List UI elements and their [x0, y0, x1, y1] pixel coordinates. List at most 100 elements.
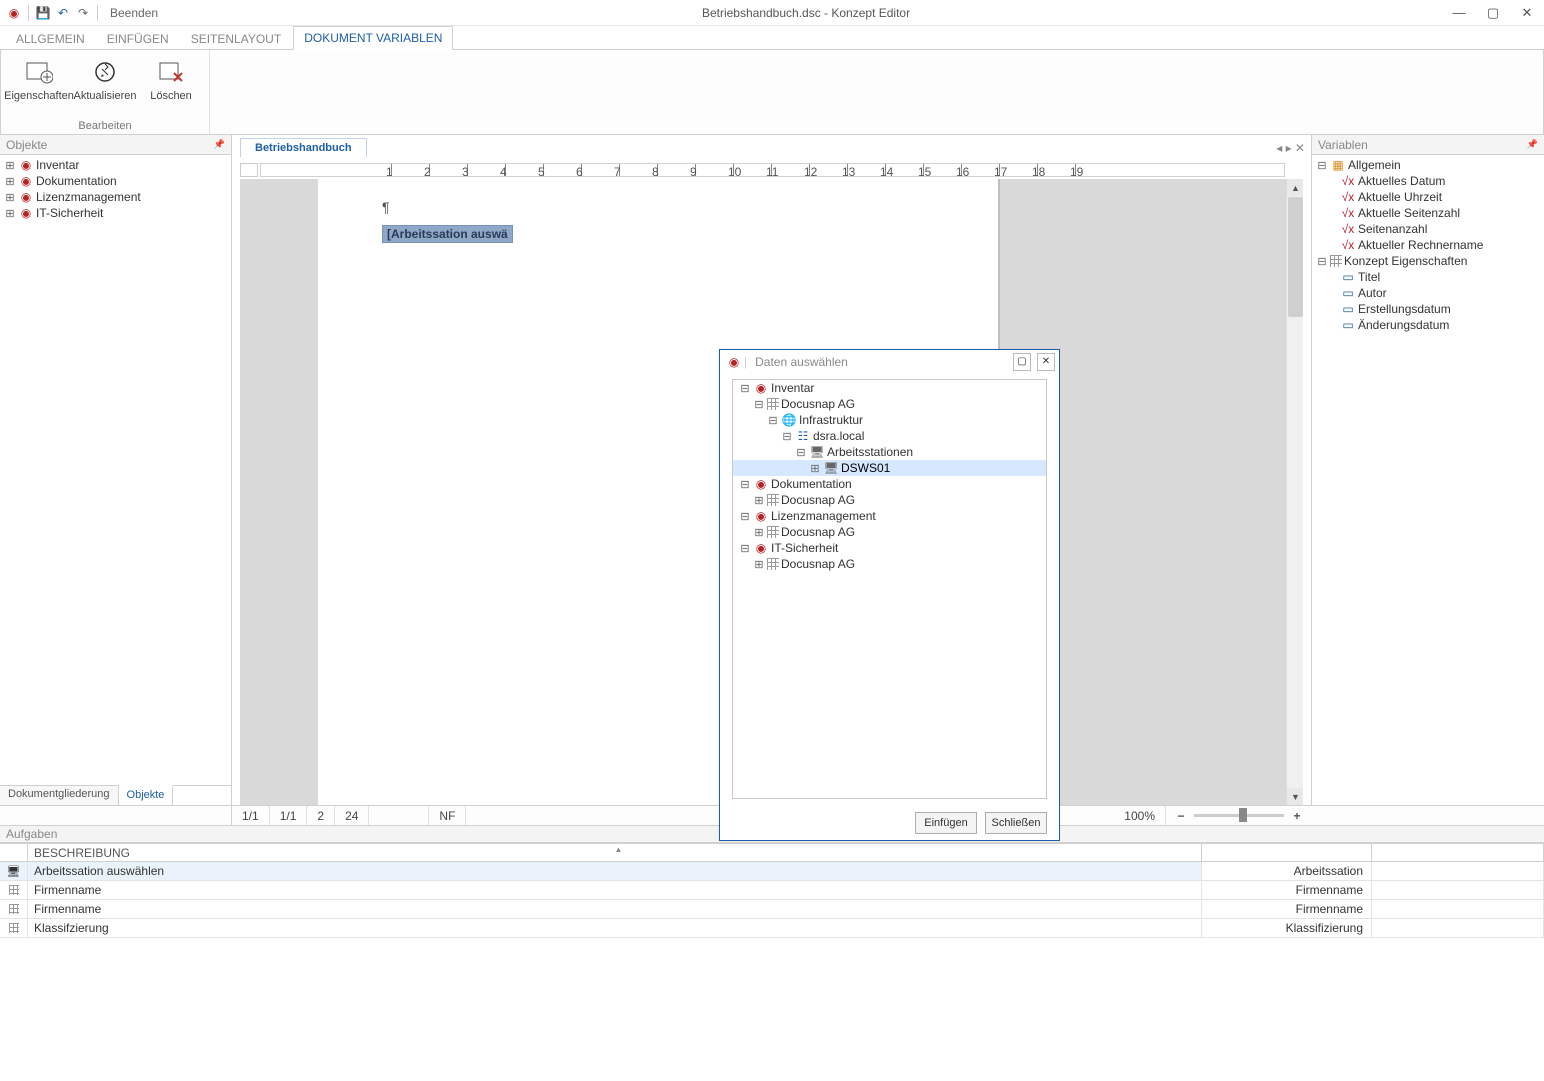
dlg-item-domain[interactable]: ⊟ ☷ dsra.local	[733, 428, 1046, 444]
tab-dokumentgliederung[interactable]: Dokumentgliederung	[0, 786, 119, 805]
tasks-row[interactable]: KlassifzierungKlassifizierung	[0, 919, 1544, 938]
dlg-item-workstations[interactable]: ⊟ 🖥 Arbeitsstationen	[733, 444, 1046, 460]
scroll-up-icon[interactable]: ▲	[1287, 179, 1303, 196]
collapse-icon[interactable]: ⊟	[753, 398, 765, 411]
tab-objekte[interactable]: Objekte	[119, 785, 174, 805]
zoom-out-button[interactable]: −	[1174, 809, 1188, 823]
tasks-row[interactable]: 🖥Arbeitssation auswählenArbeitssation	[0, 862, 1544, 881]
zoom-in-button[interactable]: +	[1290, 809, 1304, 823]
tasks-col-icon[interactable]	[0, 843, 28, 862]
var-item[interactable]: ▭ Autor	[1312, 285, 1544, 301]
exit-button[interactable]: Beenden	[104, 6, 164, 20]
dlg-item-docusnap[interactable]: ⊞ Docusnap AG	[733, 492, 1046, 508]
tree-item-dokumentation[interactable]: ⊞ ◉ Dokumentation	[0, 173, 231, 189]
var-group-allgemein[interactable]: ⊟ ▦ Allgemein	[1312, 157, 1544, 173]
close-button[interactable]: ✕	[1510, 0, 1544, 26]
zoom-slider[interactable]	[1194, 814, 1284, 817]
variable-placeholder[interactable]: [Arbeitssation auswä	[382, 225, 513, 243]
expand-icon[interactable]: ⊞	[4, 207, 16, 220]
expand-icon[interactable]: ⊞	[4, 159, 16, 172]
zoom-label: 100%	[1114, 806, 1166, 825]
task-row-icon	[0, 900, 28, 919]
variables-tree[interactable]: ⊟ ▦ Allgemein √x Aktuelles Datum √x Aktu…	[1312, 155, 1544, 805]
dlg-item-inventar[interactable]: ⊟ ◉ Inventar	[733, 380, 1046, 396]
tree-item-inventar[interactable]: ⊞ ◉ Inventar	[0, 157, 231, 173]
dlg-item-docusnap[interactable]: ⊞ Docusnap AG	[733, 524, 1046, 540]
var-item[interactable]: √x Aktuelle Seitenzahl	[1312, 205, 1544, 221]
var-item[interactable]: √x Seitenanzahl	[1312, 221, 1544, 237]
tab-einfuegen[interactable]: EINFÜGEN	[97, 28, 179, 50]
save-icon[interactable]: 💾	[35, 5, 51, 21]
eigenschaften-button[interactable]: Eigenschaften	[7, 52, 71, 119]
collapse-icon[interactable]: ⊟	[1316, 255, 1328, 268]
dialog-tree[interactable]: ⊟ ◉ Inventar ⊟ Docusnap AG ⊟ 🌐 Infrastru…	[732, 379, 1047, 799]
tab-allgemein[interactable]: ALLGEMEIN	[6, 28, 95, 50]
field-icon: ▭	[1340, 301, 1356, 317]
maximize-button[interactable]: ▢	[1476, 0, 1510, 26]
tasks-row[interactable]: FirmennameFirmenname	[0, 881, 1544, 900]
dialog-titlebar[interactable]: ◉ | Daten auswählen ▢ ✕	[720, 350, 1059, 373]
redo-icon[interactable]: ↷	[75, 5, 91, 21]
dlg-item-docusnap[interactable]: ⊞ Docusnap AG	[733, 556, 1046, 572]
dlg-item-lizenz[interactable]: ⊟ ◉ Lizenzmanagement	[733, 508, 1046, 524]
expand-icon[interactable]: ⊞	[4, 191, 16, 204]
doc-tabs-scroll[interactable]: ◂ ▸ ✕	[1270, 139, 1311, 157]
company-icon	[767, 494, 779, 506]
document-tab[interactable]: Betriebshandbuch	[240, 138, 367, 157]
var-item[interactable]: √x Aktueller Rechnername	[1312, 237, 1544, 253]
tasks-col-description[interactable]: BESCHREIBUNG ▲	[28, 843, 1202, 862]
dlg-item-infra[interactable]: ⊟ 🌐 Infrastruktur	[733, 412, 1046, 428]
var-item[interactable]: ▭ Erstellungsdatum	[1312, 301, 1544, 317]
tree-item-lizenz[interactable]: ⊞ ◉ Lizenzmanagement	[0, 189, 231, 205]
collapse-icon[interactable]: ⊟	[795, 446, 807, 459]
pin-icon[interactable]: 📌	[1527, 139, 1538, 150]
scroll-down-icon[interactable]: ▼	[1287, 788, 1303, 805]
dialog-close-btn[interactable]: Schließen	[985, 812, 1047, 834]
tab-seitenlayout[interactable]: SEITENLAYOUT	[181, 28, 291, 50]
expand-icon[interactable]: ⊞	[809, 462, 821, 475]
collapse-icon[interactable]: ⊟	[739, 542, 751, 555]
var-item[interactable]: ▭ Änderungsdatum	[1312, 317, 1544, 333]
vertical-scrollbar[interactable]: ▲ ▼	[1286, 179, 1303, 805]
collapse-icon[interactable]: ⊟	[739, 478, 751, 491]
variables-panel: Variablen 📌 ⊟ ▦ Allgemein √x Aktuelles D…	[1312, 135, 1544, 805]
collapse-icon[interactable]: ⊟	[781, 430, 793, 443]
var-item[interactable]: ▭ Titel	[1312, 269, 1544, 285]
formula-icon: √x	[1340, 173, 1356, 189]
formula-icon: √x	[1340, 221, 1356, 237]
expand-icon[interactable]: ⊞	[753, 526, 765, 539]
dialog-insert-button[interactable]: Einfügen	[915, 812, 977, 834]
expand-icon[interactable]: ⊞	[753, 558, 765, 571]
objects-tree[interactable]: ⊞ ◉ Inventar ⊞ ◉ Dokumentation ⊞ ◉ Lizen…	[0, 155, 231, 785]
dialog-maximize-button[interactable]: ▢	[1013, 353, 1031, 371]
expand-icon[interactable]: ⊞	[4, 175, 16, 188]
paragraph-mark: ¶	[382, 199, 958, 215]
minimize-button[interactable]: —	[1442, 0, 1476, 26]
expand-icon[interactable]: ⊞	[753, 494, 765, 507]
dlg-item-docusnap[interactable]: ⊟ Docusnap AG	[733, 396, 1046, 412]
task-type: Firmenname	[1202, 900, 1372, 919]
collapse-icon[interactable]: ⊟	[767, 414, 779, 427]
collapse-icon[interactable]: ⊟	[1316, 159, 1328, 172]
properties-icon	[23, 56, 55, 88]
dlg-item-dokumentation[interactable]: ⊟ ◉ Dokumentation	[733, 476, 1046, 492]
tree-item-itsec[interactable]: ⊞ ◉ IT-Sicherheit	[0, 205, 231, 221]
undo-icon[interactable]: ↶	[55, 5, 71, 21]
dlg-item-itsec[interactable]: ⊟ ◉ IT-Sicherheit	[733, 540, 1046, 556]
dlg-item-host[interactable]: ⊞ 🖥 DSWS01	[733, 460, 1046, 476]
collapse-icon[interactable]: ⊟	[739, 382, 751, 395]
tasks-col-type[interactable]	[1202, 843, 1372, 862]
scroll-thumb[interactable]	[1288, 197, 1303, 317]
tab-dokument-variablen[interactable]: DOKUMENT VARIABLEN	[293, 26, 453, 50]
pin-icon[interactable]: 📌	[214, 139, 225, 150]
var-item[interactable]: √x Aktuelle Uhrzeit	[1312, 189, 1544, 205]
dialog-title: Daten auswählen	[747, 355, 1013, 369]
grid-icon	[1330, 255, 1342, 267]
tasks-row[interactable]: FirmennameFirmenname	[0, 900, 1544, 919]
collapse-icon[interactable]: ⊟	[739, 510, 751, 523]
dialog-close-button[interactable]: ✕	[1037, 353, 1055, 371]
var-group-konzept[interactable]: ⊟ Konzept Eigenschaften	[1312, 253, 1544, 269]
loeschen-button[interactable]: Löschen	[139, 52, 203, 119]
var-item[interactable]: √x Aktuelles Datum	[1312, 173, 1544, 189]
aktualisieren-button[interactable]: Aktualisieren	[73, 52, 137, 119]
